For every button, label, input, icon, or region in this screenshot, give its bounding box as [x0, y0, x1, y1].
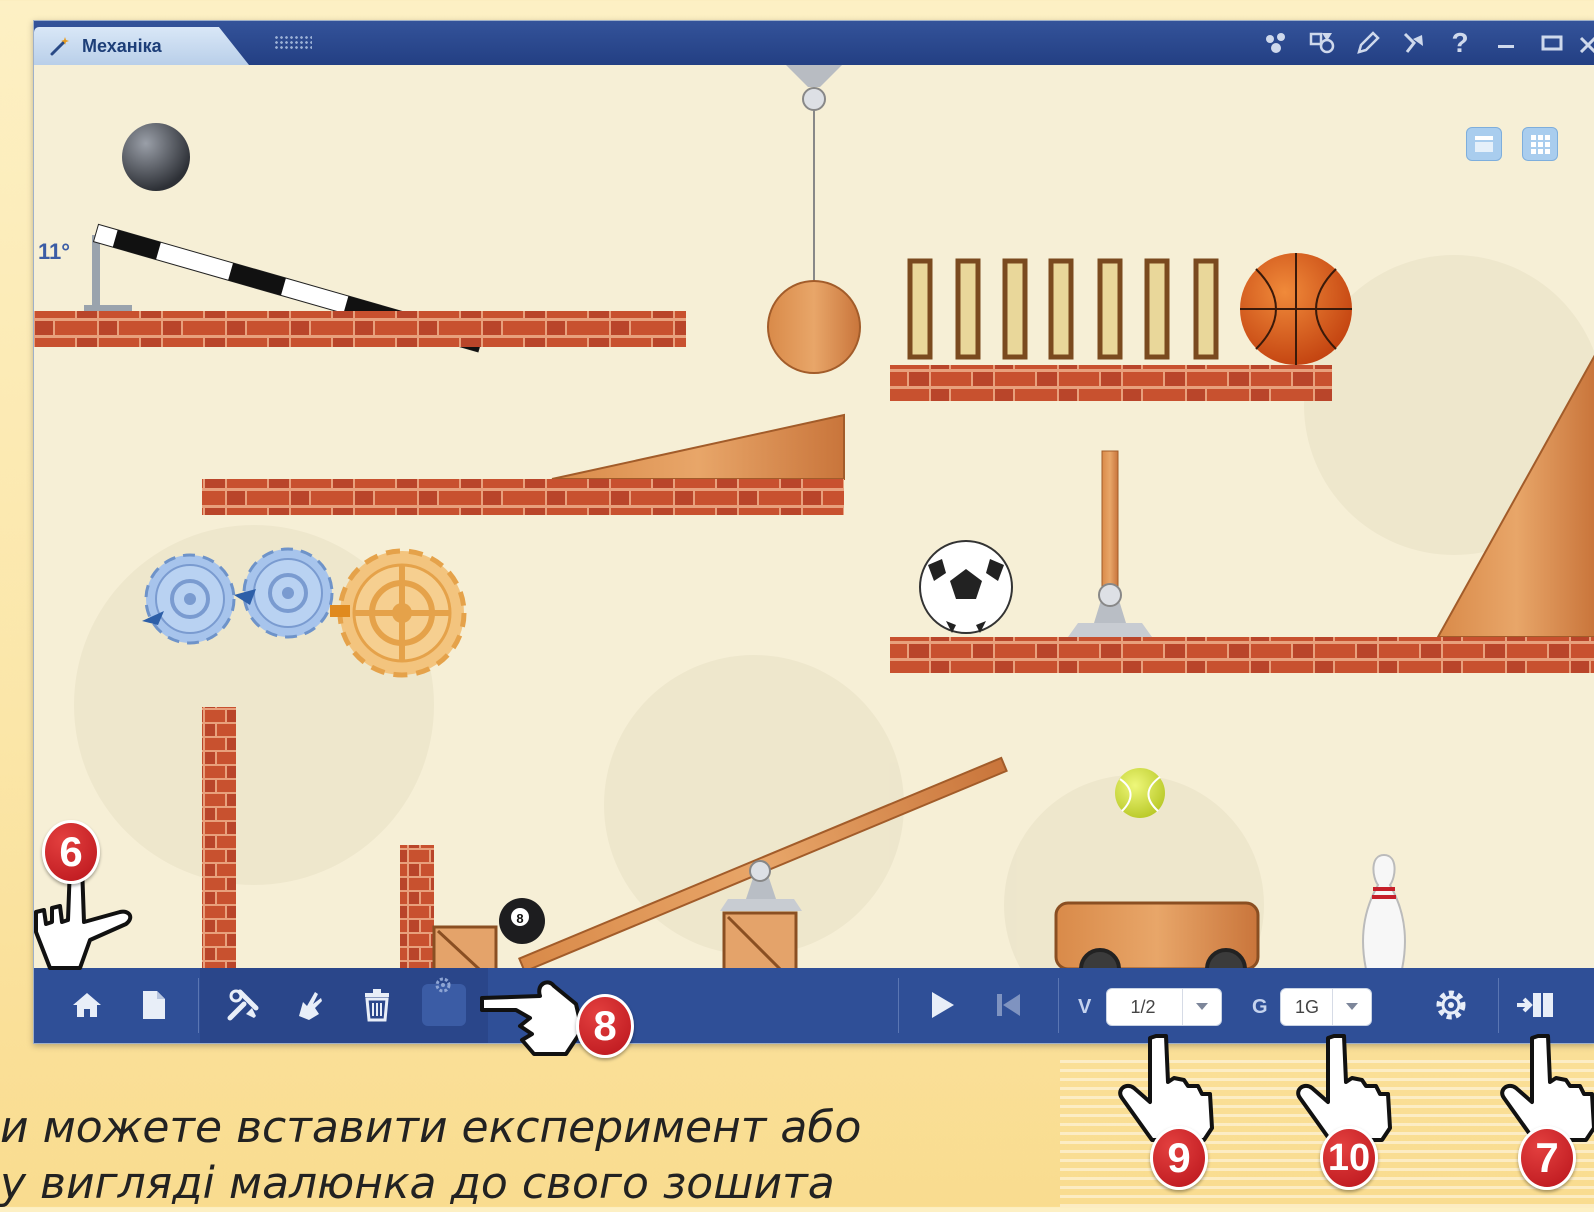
iron-ball[interactable] — [122, 123, 190, 191]
play-icon[interactable] — [918, 982, 964, 1028]
pendulum[interactable] — [767, 65, 861, 374]
callout-badge-8: 8 — [576, 994, 634, 1058]
callout-badge-10: 10 — [1320, 1126, 1378, 1190]
dominoes[interactable] — [907, 258, 1219, 360]
gravity-label: G — [1252, 996, 1268, 1018]
brick-shelf[interactable] — [890, 365, 1332, 401]
tools-icon[interactable] — [220, 982, 266, 1028]
brick-column[interactable] — [202, 707, 236, 968]
mechanics-window: Механіка ? 11° 8 V 1/2 G 1G — [33, 20, 1594, 1044]
title-bar: Механіка ? — [34, 21, 1594, 65]
bowling-pin[interactable] — [1362, 853, 1406, 968]
help-icon[interactable]: ? — [1437, 21, 1483, 65]
gear-icon — [435, 977, 451, 993]
caption-text: и можете вставити експеримент або у вигл… — [0, 1100, 861, 1212]
tools-icon[interactable] — [1299, 21, 1345, 65]
velocity-label: V — [1078, 996, 1092, 1018]
export-to-notebook-icon[interactable] — [1512, 982, 1558, 1028]
close-icon[interactable] — [1575, 21, 1594, 65]
angle-label: 11° — [38, 239, 70, 264]
chevron-down-icon — [1182, 989, 1221, 1025]
brick-shelf[interactable] — [202, 479, 844, 515]
wooden-ramp[interactable] — [551, 413, 845, 480]
caption-line-1: и можете вставити експеримент або — [0, 1102, 862, 1153]
brick-shelf[interactable] — [890, 637, 1594, 673]
eight-ball[interactable]: 8 — [499, 898, 545, 944]
callout-badge-7: 7 — [1518, 1126, 1576, 1190]
callout-badge-6: 6 — [42, 820, 100, 884]
hand-pointer-icon[interactable] — [286, 982, 332, 1028]
toolbar-separator — [1058, 978, 1059, 1033]
pointing-hand-9 — [1118, 1034, 1214, 1142]
pencil-icon[interactable] — [1345, 21, 1391, 65]
trash-icon[interactable] — [354, 982, 400, 1028]
caption-line-2: у вигляді малюнка до свого зошита — [0, 1158, 835, 1209]
gravity-select[interactable]: 1G — [1280, 988, 1372, 1026]
chevron-down-icon — [1332, 989, 1371, 1025]
gravity-value: 1G — [1294, 996, 1319, 1017]
settings-gear-icon[interactable] — [1428, 982, 1474, 1028]
toolbar-separator — [1498, 978, 1499, 1033]
velocity-select[interactable]: 1/2 — [1106, 988, 1222, 1026]
toolbar-separator — [898, 978, 899, 1033]
minimize-icon[interactable] — [1483, 21, 1529, 65]
view-list-button[interactable] — [1466, 127, 1502, 161]
reset-icon[interactable] — [986, 982, 1032, 1028]
home-icon[interactable] — [64, 982, 110, 1028]
grid-icon[interactable] — [1522, 127, 1558, 161]
tab-label: Механіка — [82, 36, 162, 56]
brick-shelf[interactable] — [34, 311, 686, 347]
callout-badge-9: 9 — [1150, 1126, 1208, 1190]
wooden-cart[interactable] — [1054, 901, 1260, 968]
drag-grip[interactable] — [274, 35, 312, 51]
wooden-post[interactable] — [1068, 450, 1152, 637]
molecule-icon[interactable] — [1253, 21, 1299, 65]
soccer-ball[interactable] — [919, 540, 1013, 634]
toolbar-separator — [198, 978, 199, 1033]
eight-ball-label: 8 — [516, 911, 523, 926]
pointing-hand-8 — [480, 980, 584, 1056]
tennis-ball[interactable] — [1115, 768, 1165, 818]
new-page-icon[interactable] — [130, 982, 176, 1028]
settings-slot-button[interactable] — [422, 977, 466, 1026]
brick-column[interactable] — [400, 845, 434, 968]
simulation-canvas[interactable]: 11° 8 — [34, 65, 1594, 968]
wand-icon — [50, 37, 69, 56]
tab-mechanics[interactable]: Механіка — [34, 27, 249, 65]
velocity-value: 1/2 — [1130, 996, 1156, 1017]
maximize-icon[interactable] — [1529, 21, 1575, 65]
pin-icon[interactable] — [1391, 21, 1437, 65]
basketball[interactable] — [1240, 253, 1352, 365]
